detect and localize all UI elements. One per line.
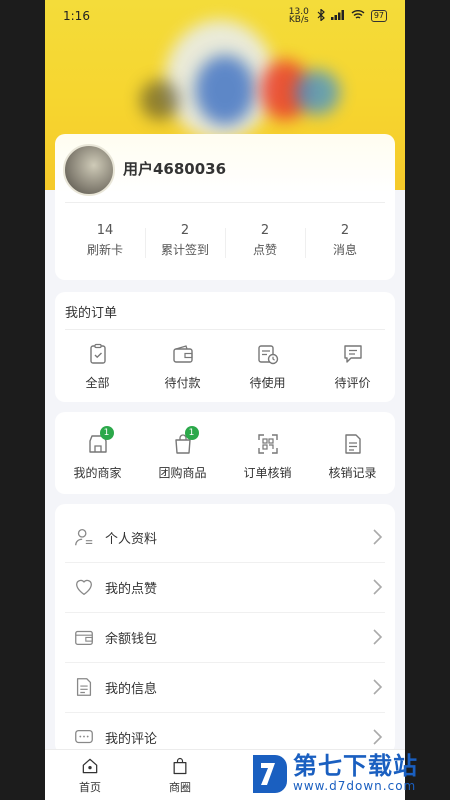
tools-card: 1 我的商家 1 团购商品 订单核销 核销记录 xyxy=(55,412,395,494)
signal-icon xyxy=(330,9,345,23)
profile-card: 用户4680036 14 刷新卡 2 累计签到 2 点赞 2 消息 xyxy=(55,134,395,280)
calendar-clock-icon xyxy=(257,345,278,365)
stats-row: 14 刷新卡 2 累计签到 2 点赞 2 消息 xyxy=(65,222,385,266)
my-merchants-button[interactable]: 1 我的商家 xyxy=(55,426,140,481)
chevron-right-icon xyxy=(373,579,383,595)
menu-item-profile[interactable]: 个人资料 xyxy=(65,512,385,563)
stat-checkins[interactable]: 2 累计签到 xyxy=(145,222,225,266)
site-watermark: 第七下载站 www.d7down.com xyxy=(249,748,444,798)
stat-label: 点赞 xyxy=(252,243,277,257)
net-speed: 13.0 KB/s xyxy=(288,7,309,25)
qr-scan-icon xyxy=(257,434,278,454)
order-unpaid-button[interactable]: 待付款 xyxy=(140,342,225,391)
divider xyxy=(65,202,385,203)
watermark-title: 第七下载站 xyxy=(293,752,418,780)
orders-title: 我的订单 xyxy=(65,306,118,321)
home-icon xyxy=(82,758,98,774)
stat-likes[interactable]: 2 点赞 xyxy=(225,222,305,266)
d7down-logo-icon xyxy=(253,755,287,793)
watermark-url: www.d7down.com xyxy=(293,779,417,793)
merchants-badge: 1 xyxy=(99,426,114,440)
menu-item-label: 余额钱包 xyxy=(105,631,158,647)
menu-item-wallet[interactable]: 余额钱包 xyxy=(65,612,385,663)
stat-label: 刷新卡 xyxy=(86,243,123,257)
phone-screen: 1:16 13.0 KB/s 97 用户4680036 14 刷新卡 2 累计签… xyxy=(45,0,405,800)
my-merchants-label: 我的商家 xyxy=(73,466,122,480)
chevron-right-icon xyxy=(373,529,383,545)
orders-card: 我的订单 全部 待付款 待使用 待评价 xyxy=(55,292,395,402)
stat-value: 2 xyxy=(260,223,270,238)
order-all-label: 全部 xyxy=(85,376,110,390)
menu-item-label: 我的信息 xyxy=(105,681,158,697)
order-unpaid-label: 待付款 xyxy=(164,376,201,390)
order-to-use-label: 待使用 xyxy=(249,376,286,390)
divider xyxy=(65,329,385,330)
stat-value: 2 xyxy=(180,223,190,238)
wifi-icon xyxy=(351,9,365,23)
stat-refresh-cards[interactable]: 14 刷新卡 xyxy=(65,222,145,266)
order-verify-label: 订单核销 xyxy=(243,466,292,480)
stat-value: 14 xyxy=(96,223,114,238)
wallet-icon xyxy=(172,345,193,363)
heart-icon xyxy=(76,579,92,595)
chevron-right-icon xyxy=(373,729,383,745)
document-icon xyxy=(344,434,361,454)
document-icon xyxy=(76,678,92,696)
verify-records-button[interactable]: 核销记录 xyxy=(310,432,395,481)
chevron-right-icon xyxy=(373,629,383,645)
tab-business-circle[interactable]: 商圈 xyxy=(135,750,225,800)
status-bar: 1:16 13.0 KB/s 97 xyxy=(45,0,405,32)
avatar[interactable] xyxy=(63,144,115,196)
comment-icon xyxy=(75,729,93,744)
stat-label: 消息 xyxy=(332,243,357,257)
order-verify-button[interactable]: 订单核销 xyxy=(225,432,310,481)
chat-lines-icon xyxy=(343,345,362,363)
battery-icon: 97 xyxy=(370,10,387,22)
bag-icon xyxy=(173,757,187,775)
group-buy-label: 团购商品 xyxy=(158,466,207,480)
tab-business-circle-label: 商圈 xyxy=(169,781,191,794)
clipboard-check-icon xyxy=(89,343,106,364)
order-all-button[interactable]: 全部 xyxy=(55,342,140,391)
person-icon xyxy=(75,529,93,546)
menu-item-likes[interactable]: 我的点赞 xyxy=(65,562,385,613)
menu-item-label: 个人资料 xyxy=(105,531,158,547)
stat-messages[interactable]: 2 消息 xyxy=(305,222,385,266)
tab-home-label: 首页 xyxy=(79,781,101,794)
menu-item-label: 我的评论 xyxy=(105,731,158,747)
order-to-review-label: 待评价 xyxy=(334,376,371,390)
tab-home[interactable]: 首页 xyxy=(45,750,135,800)
orders-grid: 全部 待付款 待使用 待评价 xyxy=(55,342,395,391)
status-icons: 13.0 KB/s 97 xyxy=(287,7,387,25)
username[interactable]: 用户4680036 xyxy=(123,158,226,179)
group-buy-badge: 1 xyxy=(184,426,199,440)
status-time: 1:16 xyxy=(63,9,90,23)
stat-label: 累计签到 xyxy=(160,243,209,257)
verify-records-label: 核销记录 xyxy=(328,466,377,480)
bluetooth-icon xyxy=(317,7,325,24)
order-to-use-button[interactable]: 待使用 xyxy=(225,342,310,391)
stat-value: 2 xyxy=(340,223,350,238)
group-buy-products-button[interactable]: 1 团购商品 xyxy=(140,426,225,481)
menu-item-info[interactable]: 我的信息 xyxy=(65,662,385,713)
order-to-review-button[interactable]: 待评价 xyxy=(310,342,395,391)
chevron-right-icon xyxy=(373,679,383,695)
wallet-icon xyxy=(75,630,93,645)
tools-grid: 1 我的商家 1 团购商品 订单核销 核销记录 xyxy=(55,426,395,481)
menu-card: 个人资料 我的点赞 余额钱包 我的信息 我的评论 xyxy=(55,504,395,754)
menu-item-label: 我的点赞 xyxy=(105,581,158,597)
